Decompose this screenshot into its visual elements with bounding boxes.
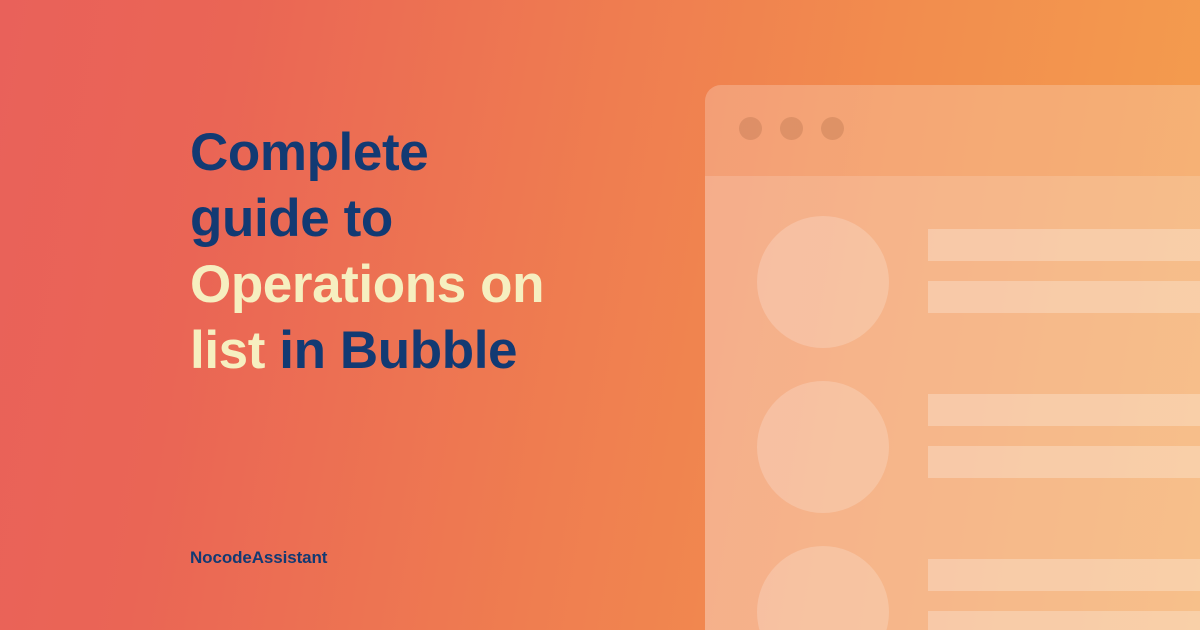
window-dot-minimize-icon <box>780 117 803 140</box>
text-placeholder-group <box>928 559 1200 630</box>
text-placeholder-bar <box>928 229 1200 261</box>
mockup-content-area <box>705 176 1200 630</box>
text-placeholder-group <box>928 229 1200 313</box>
text-placeholder-bar <box>928 446 1200 478</box>
headline-line-1: Complete <box>190 122 429 182</box>
headline-line-2: guide to <box>190 188 393 248</box>
mockup-titlebar <box>705 85 1200 176</box>
text-placeholder-bar <box>928 559 1200 591</box>
headline-line-4-highlight: list <box>190 320 265 380</box>
social-card: Complete guide to Operations on list in Bub… <box>0 0 1200 630</box>
brand-wordmark: NocodeAssistant <box>190 548 328 567</box>
window-dot-close-icon <box>739 117 762 140</box>
avatar <box>757 381 889 513</box>
headline-line-3: Operations on <box>190 254 545 314</box>
text-placeholder-group <box>928 394 1200 478</box>
browser-window-mockup <box>705 85 1200 630</box>
text-placeholder-bar <box>928 394 1200 426</box>
avatar <box>757 546 889 630</box>
list-item <box>705 200 1200 365</box>
page-title: Complete guide to Operations on list in Bub… <box>190 120 710 384</box>
text-placeholder-bar <box>928 281 1200 313</box>
avatar <box>757 216 889 348</box>
list-item <box>705 365 1200 530</box>
window-controls <box>739 117 844 140</box>
text-placeholder-bar <box>928 611 1200 630</box>
list-item <box>705 530 1200 630</box>
headline-line-4-rest: in Bubble <box>264 320 518 380</box>
headline-line-4: list in Bubble <box>190 318 710 384</box>
window-dot-maximize-icon <box>821 117 844 140</box>
